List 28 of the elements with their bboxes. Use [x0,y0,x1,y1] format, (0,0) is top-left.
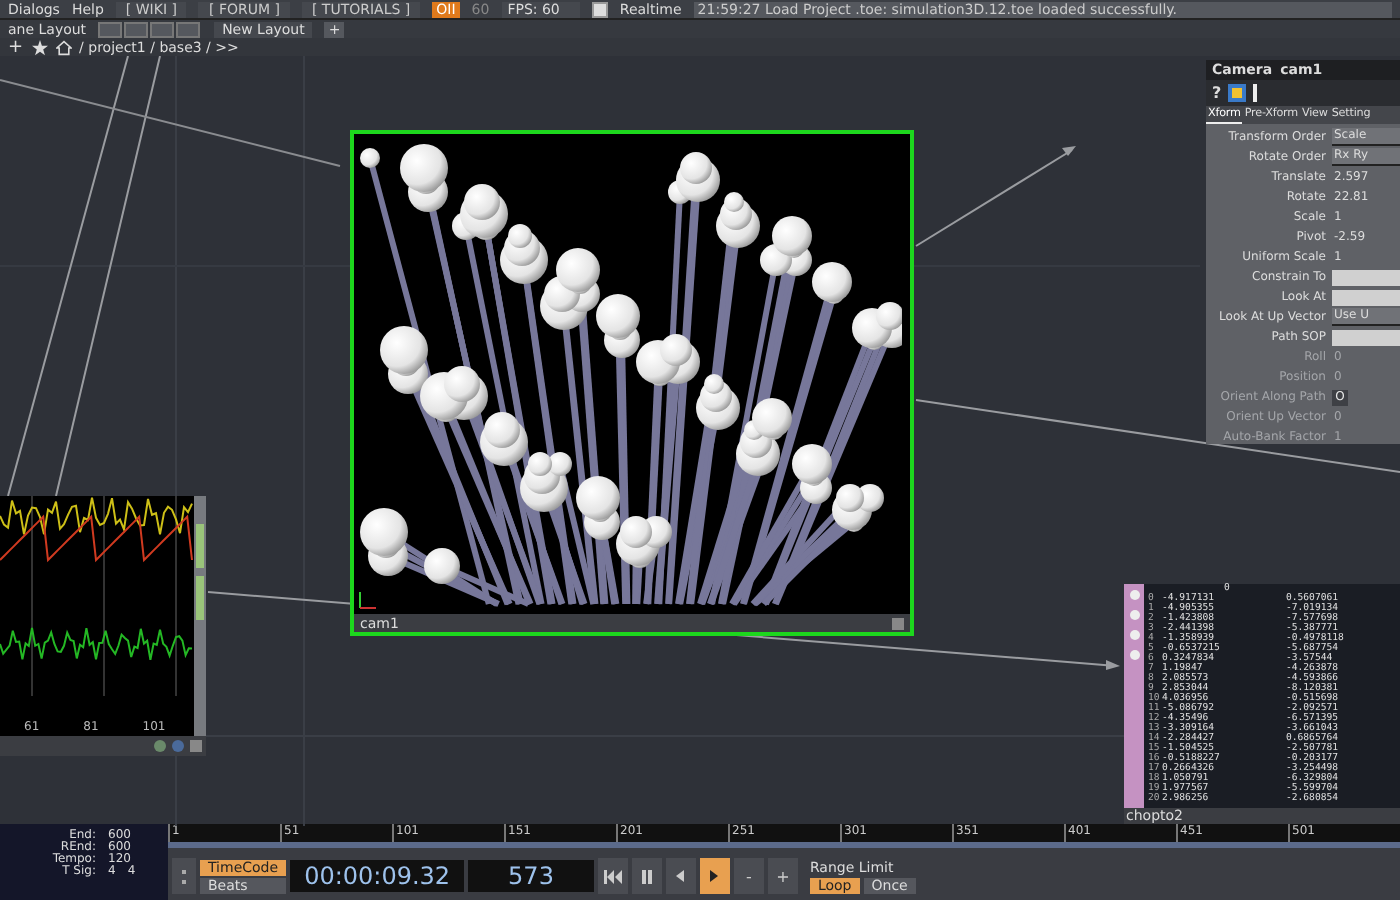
options-button[interactable] [172,858,196,894]
pause-icon [641,869,652,883]
layout-presets-icon[interactable] [98,21,203,37]
status-dot-icon[interactable] [172,740,184,752]
transport-button[interactable] [631,858,662,894]
axes-icon [358,590,378,610]
home-icon[interactable] [55,39,72,55]
transport-button[interactable] [597,858,628,894]
step-back-icon [676,870,685,882]
realtime-checkbox[interactable] [591,1,608,17]
parameter-field[interactable] [1332,269,1400,285]
transport-button[interactable] [665,858,696,894]
step-minus-button[interactable]: - [733,858,764,894]
step-plus-button[interactable]: + [767,858,798,894]
help-button[interactable]: ? [1212,84,1222,102]
parameter-field[interactable] [1332,289,1400,305]
add-button[interactable]: + [8,39,24,55]
timeline-scrollbar[interactable] [168,842,1400,848]
frame-display[interactable]: 573 [468,860,594,892]
status-dot-icon[interactable] [154,740,166,752]
expand-icon[interactable] [892,617,904,629]
play-icon [710,870,719,882]
table-node[interactable] [1124,584,1400,824]
timecode-display[interactable]: 00:00:09.32 [290,860,465,892]
transport-button[interactable] [699,858,730,894]
parameter-field[interactable] [1332,329,1400,345]
star-icon[interactable] [31,39,48,55]
rewind-icon [603,869,622,883]
